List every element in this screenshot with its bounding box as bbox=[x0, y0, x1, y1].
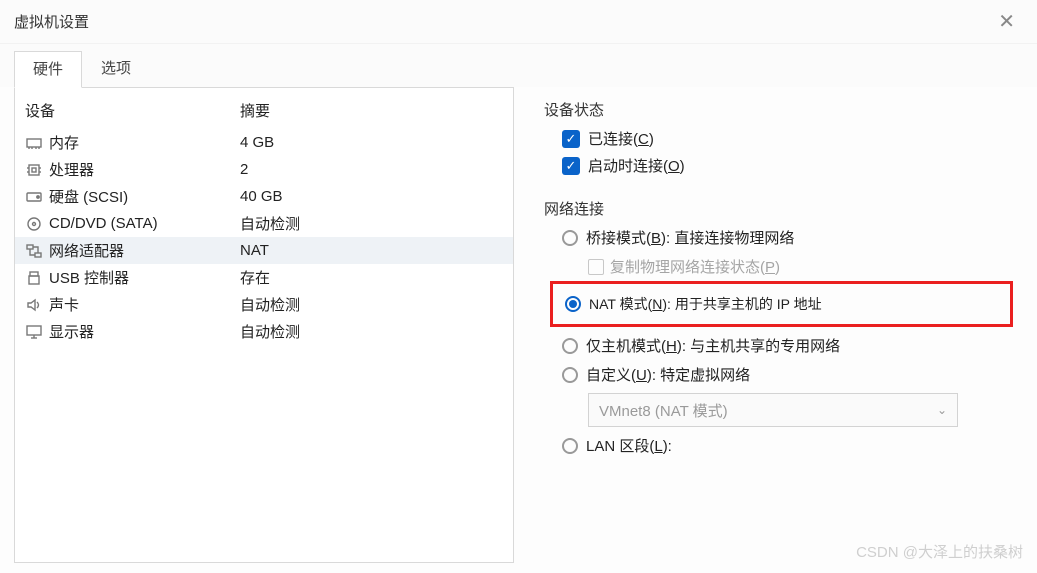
device-summary: 自动检测 bbox=[240, 294, 300, 315]
radio-hostonly[interactable]: 仅主机模式(H): 与主机共享的专用网络 bbox=[562, 335, 1013, 356]
device-table: 设备 摘要 内存 4 GB 处理器 2 硬盘 (SCSI) 40 GB CD/D… bbox=[15, 96, 513, 345]
watermark: CSDN @大泽上的扶桑树 bbox=[856, 541, 1023, 562]
device-label: 处理器 bbox=[49, 159, 94, 180]
device-row-sound[interactable]: 声卡 自动检测 bbox=[15, 291, 513, 318]
display-icon bbox=[25, 324, 43, 340]
checkbox-disabled-icon bbox=[588, 259, 604, 275]
select-value: VMnet8 (NAT 模式) bbox=[599, 400, 728, 421]
radio-icon bbox=[562, 367, 578, 383]
radio-bridged[interactable]: 桥接模式(B): 直接连接物理网络 bbox=[562, 227, 1013, 248]
device-label: CD/DVD (SATA) bbox=[49, 215, 158, 232]
check-icon: ✓ bbox=[562, 157, 580, 175]
header-summary: 摘要 bbox=[240, 100, 270, 121]
checkbox-label: 复制物理网络连接状态(P) bbox=[610, 256, 780, 277]
titlebar: 虚拟机设置 ✕ bbox=[0, 0, 1037, 44]
radio-lan-segment[interactable]: LAN 区段(L): bbox=[562, 435, 1013, 456]
device-row-usb[interactable]: USB 控制器 存在 bbox=[15, 264, 513, 291]
radio-checked-icon bbox=[565, 296, 581, 312]
device-label: 网络适配器 bbox=[49, 240, 124, 261]
radio-label: 仅主机模式(H): 与主机共享的专用网络 bbox=[586, 335, 840, 356]
device-label: 声卡 bbox=[49, 294, 79, 315]
device-row-disk[interactable]: 硬盘 (SCSI) 40 GB bbox=[15, 183, 513, 210]
cd-icon bbox=[25, 216, 43, 232]
checkbox-label: 启动时连接(O) bbox=[588, 155, 685, 176]
usb-icon bbox=[25, 270, 43, 286]
device-summary: NAT bbox=[240, 242, 269, 259]
device-summary: 4 GB bbox=[240, 134, 274, 151]
radio-nat[interactable]: NAT 模式(N): 用于共享主机的 IP 地址 bbox=[550, 281, 1013, 327]
tab-hardware[interactable]: 硬件 bbox=[14, 51, 82, 88]
checkbox-connected[interactable]: ✓ 已连接(C) bbox=[562, 128, 1013, 149]
checkbox-connect-at-poweron[interactable]: ✓ 启动时连接(O) bbox=[562, 155, 1013, 176]
radio-icon bbox=[562, 338, 578, 354]
device-row-cddvd[interactable]: CD/DVD (SATA) 自动检测 bbox=[15, 210, 513, 237]
network-icon bbox=[25, 243, 43, 259]
device-row-network[interactable]: 网络适配器 NAT bbox=[15, 237, 513, 264]
radio-icon bbox=[562, 230, 578, 246]
device-label: 内存 bbox=[49, 132, 79, 153]
window-title: 虚拟机设置 bbox=[14, 11, 89, 32]
content-area: 设备 摘要 内存 4 GB 处理器 2 硬盘 (SCSI) 40 GB CD/D… bbox=[0, 87, 1037, 573]
tab-options[interactable]: 选项 bbox=[82, 50, 150, 87]
check-icon: ✓ bbox=[562, 130, 580, 148]
device-table-header: 设备 摘要 bbox=[15, 96, 513, 129]
checkbox-replicate-state: 复制物理网络连接状态(P) bbox=[588, 256, 1013, 277]
device-summary: 自动检测 bbox=[240, 321, 300, 342]
device-summary: 自动检测 bbox=[240, 213, 300, 234]
sound-icon bbox=[25, 297, 43, 313]
custom-network-select[interactable]: VMnet8 (NAT 模式) ⌄ bbox=[588, 393, 958, 427]
device-summary: 存在 bbox=[240, 267, 270, 288]
radio-label: LAN 区段(L): bbox=[586, 435, 672, 456]
radio-label: 桥接模式(B): 直接连接物理网络 bbox=[586, 227, 794, 248]
device-row-display[interactable]: 显示器 自动检测 bbox=[15, 318, 513, 345]
radio-icon bbox=[562, 438, 578, 454]
hardware-list-panel: 设备 摘要 内存 4 GB 处理器 2 硬盘 (SCSI) 40 GB CD/D… bbox=[14, 87, 514, 563]
device-status-group-label: 设备状态 bbox=[544, 99, 1013, 120]
tab-strip: 硬件 选项 bbox=[0, 44, 1037, 87]
device-label: 显示器 bbox=[49, 321, 94, 342]
device-label: 硬盘 (SCSI) bbox=[49, 186, 128, 207]
device-detail-panel: 设备状态 ✓ 已连接(C) ✓ 启动时连接(O) 网络连接 桥接模式(B): 直… bbox=[514, 87, 1023, 563]
cpu-icon bbox=[25, 162, 43, 178]
chevron-down-icon: ⌄ bbox=[937, 403, 947, 417]
device-label: USB 控制器 bbox=[49, 267, 129, 288]
device-summary: 40 GB bbox=[240, 188, 283, 205]
radio-label: 自定义(U): 特定虚拟网络 bbox=[586, 364, 750, 385]
device-row-processor[interactable]: 处理器 2 bbox=[15, 156, 513, 183]
disk-icon bbox=[25, 189, 43, 205]
close-icon[interactable]: ✕ bbox=[990, 5, 1023, 38]
device-row-memory[interactable]: 内存 4 GB bbox=[15, 129, 513, 156]
network-connection-group-label: 网络连接 bbox=[544, 198, 1013, 219]
device-summary: 2 bbox=[240, 161, 248, 178]
radio-custom[interactable]: 自定义(U): 特定虚拟网络 bbox=[562, 364, 1013, 385]
memory-icon bbox=[25, 135, 43, 151]
checkbox-label: 已连接(C) bbox=[588, 128, 654, 149]
header-device: 设备 bbox=[25, 100, 240, 121]
radio-label: NAT 模式(N): 用于共享主机的 IP 地址 bbox=[589, 294, 822, 314]
